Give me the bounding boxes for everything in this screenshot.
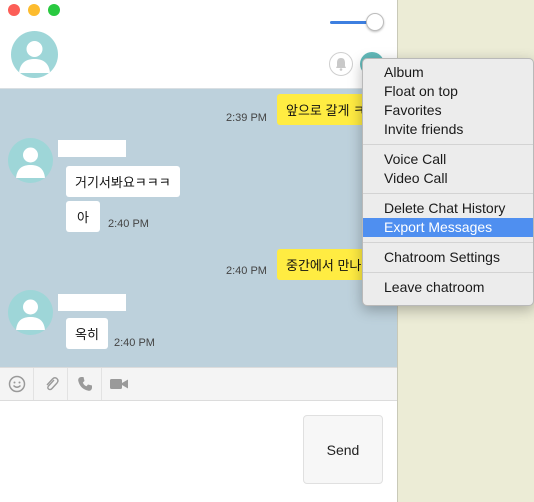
received-message-bubble[interactable]: 옥히 (66, 318, 108, 349)
menu-separator (363, 193, 533, 194)
minimize-window-button[interactable] (28, 4, 40, 16)
menu-item-leave-chatroom[interactable]: Leave chatroom (363, 278, 533, 297)
menu-item-favorites[interactable]: Favorites (363, 101, 533, 120)
input-toolbar (0, 367, 397, 401)
chat-partner-name (67, 17, 136, 60)
bell-icon (336, 58, 346, 71)
menu-item-chatroom-settings[interactable]: Chatroom Settings (363, 248, 533, 267)
close-window-button[interactable] (8, 4, 20, 16)
slider-knob[interactable] (366, 13, 384, 31)
sender-avatar[interactable] (8, 138, 53, 183)
person-icon (16, 147, 45, 178)
sender-name (58, 294, 126, 311)
opacity-slider[interactable] (330, 12, 384, 32)
my-message-bubble[interactable]: 앞으로 갈게 ㅋ (277, 94, 372, 125)
message-time: 2:40 PM (226, 265, 267, 277)
received-message-bubble[interactable]: 거기서봐요ㅋㅋㅋ (66, 166, 180, 197)
zoom-window-button[interactable] (48, 4, 60, 16)
menu-item-float-on-top[interactable]: Float on top (363, 82, 533, 101)
my-message-bubble[interactable]: 중간에서 만나 (277, 249, 372, 280)
message-time: 2:40 PM (108, 218, 149, 230)
emoji-icon[interactable] (0, 368, 34, 400)
menu-item-album[interactable]: Album (363, 63, 533, 82)
sender-avatar[interactable] (8, 290, 53, 335)
received-message-bubble[interactable]: 아 (66, 201, 100, 232)
video-icon[interactable] (102, 368, 136, 400)
message-area[interactable]: 앞으로 갈게 ㅋ 2:39 PM 거기서봐요ㅋㅋㅋ 아 2:40 PM 중간에서… (0, 89, 397, 367)
menu-item-export-messages[interactable]: Export Messages (363, 218, 533, 237)
person-icon (19, 41, 50, 73)
menu-item-invite-friends[interactable]: Invite friends (363, 120, 533, 139)
phone-icon[interactable] (68, 368, 102, 400)
chatroom-context-menu: Album Float on top Favorites Invite frie… (362, 58, 534, 306)
menu-separator (363, 242, 533, 243)
menu-item-delete-chat-history[interactable]: Delete Chat History (363, 199, 533, 218)
chat-window: 앞으로 갈게 ㅋ 2:39 PM 거기서봐요ㅋㅋㅋ 아 2:40 PM 중간에서… (0, 0, 397, 502)
attachment-icon[interactable] (34, 368, 68, 400)
notification-bell-button[interactable] (329, 52, 353, 76)
menu-item-voice-call[interactable]: Voice Call (363, 150, 533, 169)
menu-item-video-call[interactable]: Video Call (363, 169, 533, 188)
message-time: 2:40 PM (114, 337, 155, 349)
menu-separator (363, 144, 533, 145)
message-time: 2:39 PM (226, 112, 267, 124)
send-button[interactable]: Send (303, 415, 383, 484)
sender-name (58, 140, 126, 157)
person-icon (16, 299, 45, 330)
menu-separator (363, 272, 533, 273)
chat-partner-avatar[interactable] (11, 31, 58, 78)
chat-header (0, 0, 397, 89)
